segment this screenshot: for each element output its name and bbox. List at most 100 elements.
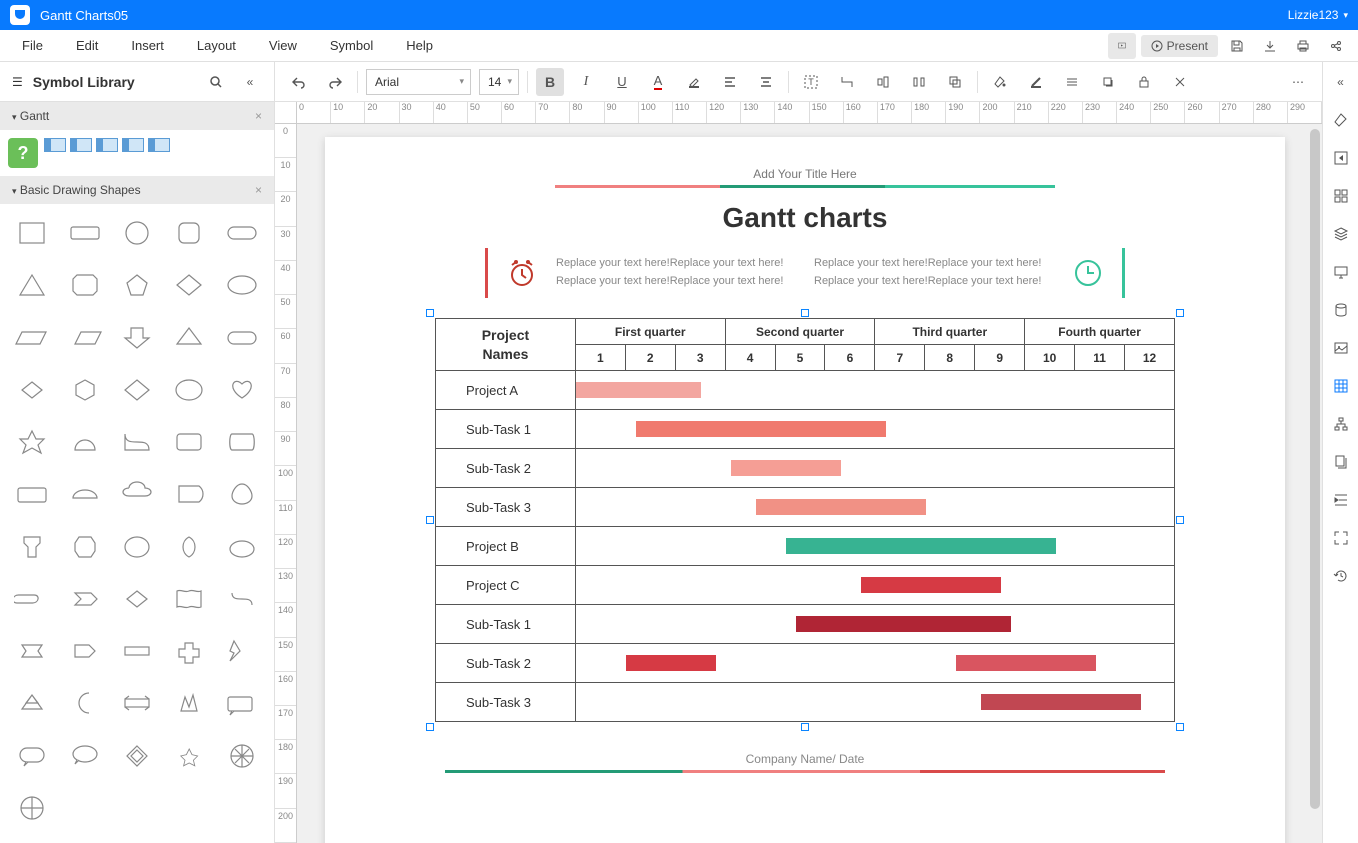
- shape-item[interactable]: [115, 319, 159, 357]
- lib-section-gantt[interactable]: ▾ Gantt ×: [0, 102, 274, 130]
- tools-button[interactable]: [1166, 68, 1194, 96]
- shape-item[interactable]: [115, 266, 159, 304]
- menu-symbol[interactable]: Symbol: [316, 32, 387, 59]
- fullscreen-icon[interactable]: [1329, 526, 1353, 550]
- page-title[interactable]: Gantt charts: [723, 202, 888, 234]
- text-tool-button[interactable]: T: [797, 68, 825, 96]
- shape-item[interactable]: [220, 319, 264, 357]
- shape-item[interactable]: [115, 580, 159, 618]
- shape-item[interactable]: [10, 737, 54, 775]
- close-icon[interactable]: ×: [255, 183, 262, 197]
- menu-file[interactable]: File: [8, 32, 57, 59]
- gantt-bar[interactable]: [626, 655, 716, 671]
- shape-item[interactable]: [62, 423, 106, 461]
- present-button[interactable]: Present: [1141, 35, 1218, 57]
- shape-item[interactable]: [115, 737, 159, 775]
- group-button[interactable]: [941, 68, 969, 96]
- shape-item[interactable]: [115, 475, 159, 513]
- gantt-shape[interactable]: [70, 138, 92, 152]
- lock-button[interactable]: [1130, 68, 1158, 96]
- tree-panel-icon[interactable]: [1329, 412, 1353, 436]
- shape-item[interactable]: [220, 528, 264, 566]
- shape-item[interactable]: [115, 528, 159, 566]
- gantt-bar[interactable]: [636, 421, 886, 437]
- shape-item[interactable]: [10, 371, 54, 409]
- shape-item[interactable]: [220, 266, 264, 304]
- expand-panel-button[interactable]: «: [1329, 70, 1353, 94]
- font-color-button[interactable]: A: [644, 68, 672, 96]
- shape-item[interactable]: [62, 266, 106, 304]
- app-logo[interactable]: [10, 5, 30, 25]
- shape-item[interactable]: [62, 475, 106, 513]
- pages-panel-icon[interactable]: [1329, 450, 1353, 474]
- help-icon[interactable]: ?: [8, 138, 38, 168]
- menu-help[interactable]: Help: [392, 32, 447, 59]
- align-button[interactable]: [716, 68, 744, 96]
- slides-panel-icon[interactable]: [1329, 260, 1353, 284]
- shape-item[interactable]: [10, 475, 54, 513]
- print-button[interactable]: [1289, 33, 1317, 59]
- user-menu[interactable]: Lizzie123 ▾: [1288, 8, 1348, 22]
- placeholder-text[interactable]: Replace your text here!Replace your text…: [814, 255, 1054, 290]
- shape-item[interactable]: [62, 632, 106, 670]
- shape-item[interactable]: [115, 214, 159, 252]
- page[interactable]: Add Your Title Here Gantt charts Replace…: [325, 137, 1285, 843]
- image-panel-icon[interactable]: [1329, 336, 1353, 360]
- shape-item[interactable]: [115, 632, 159, 670]
- download-button[interactable]: [1256, 33, 1284, 59]
- italic-button[interactable]: I: [572, 68, 600, 96]
- shape-item[interactable]: [62, 371, 106, 409]
- shape-item[interactable]: [115, 371, 159, 409]
- shape-item[interactable]: [10, 789, 54, 827]
- connector-button[interactable]: [833, 68, 861, 96]
- gantt-shape[interactable]: [148, 138, 170, 152]
- shape-item[interactable]: [10, 580, 54, 618]
- fill-panel-icon[interactable]: [1329, 108, 1353, 132]
- shape-item[interactable]: [167, 580, 211, 618]
- gantt-bar[interactable]: [956, 655, 1096, 671]
- shape-item[interactable]: [220, 632, 264, 670]
- shape-item[interactable]: [62, 214, 106, 252]
- shape-item[interactable]: [10, 423, 54, 461]
- shadow-button[interactable]: [1094, 68, 1122, 96]
- indent-panel-icon[interactable]: [1329, 488, 1353, 512]
- shape-item[interactable]: [10, 266, 54, 304]
- gantt-bar[interactable]: [861, 577, 1001, 593]
- shape-item[interactable]: [167, 632, 211, 670]
- shape-item[interactable]: [62, 737, 106, 775]
- shape-item[interactable]: [167, 266, 211, 304]
- shape-item[interactable]: [62, 528, 106, 566]
- shape-item[interactable]: [167, 684, 211, 722]
- shape-item[interactable]: [220, 371, 264, 409]
- shape-item[interactable]: [62, 684, 106, 722]
- gantt-bar[interactable]: [786, 538, 1056, 554]
- shape-item[interactable]: [167, 371, 211, 409]
- shape-item[interactable]: [167, 214, 211, 252]
- fill-color-button[interactable]: [986, 68, 1014, 96]
- gantt-bar[interactable]: [756, 499, 926, 515]
- shape-item[interactable]: [167, 737, 211, 775]
- shape-item[interactable]: [220, 580, 264, 618]
- gantt-bar[interactable]: [796, 616, 1011, 632]
- bold-button[interactable]: B: [536, 68, 564, 96]
- grid-panel-icon[interactable]: [1329, 184, 1353, 208]
- save-button[interactable]: [1223, 33, 1251, 59]
- gantt-bar[interactable]: [731, 460, 841, 476]
- line-color-button[interactable]: [1022, 68, 1050, 96]
- menu-edit[interactable]: Edit: [62, 32, 112, 59]
- distribute-button[interactable]: [905, 68, 933, 96]
- shape-item[interactable]: [167, 528, 211, 566]
- scrollbar-vertical[interactable]: [1308, 124, 1322, 843]
- shape-item[interactable]: [115, 684, 159, 722]
- shape-item[interactable]: [167, 475, 211, 513]
- export-panel-icon[interactable]: [1329, 146, 1353, 170]
- placeholder-text[interactable]: Replace your text here!Replace your text…: [556, 255, 796, 290]
- shape-item[interactable]: [220, 684, 264, 722]
- font-size-select[interactable]: 14: [479, 69, 519, 95]
- shape-item[interactable]: [167, 423, 211, 461]
- layers-panel-icon[interactable]: [1329, 222, 1353, 246]
- footer-text[interactable]: Company Name/ Date: [746, 752, 865, 766]
- preview-button[interactable]: [1108, 33, 1136, 59]
- shape-item[interactable]: [220, 737, 264, 775]
- collapse-sidebar-button[interactable]: «: [238, 70, 262, 94]
